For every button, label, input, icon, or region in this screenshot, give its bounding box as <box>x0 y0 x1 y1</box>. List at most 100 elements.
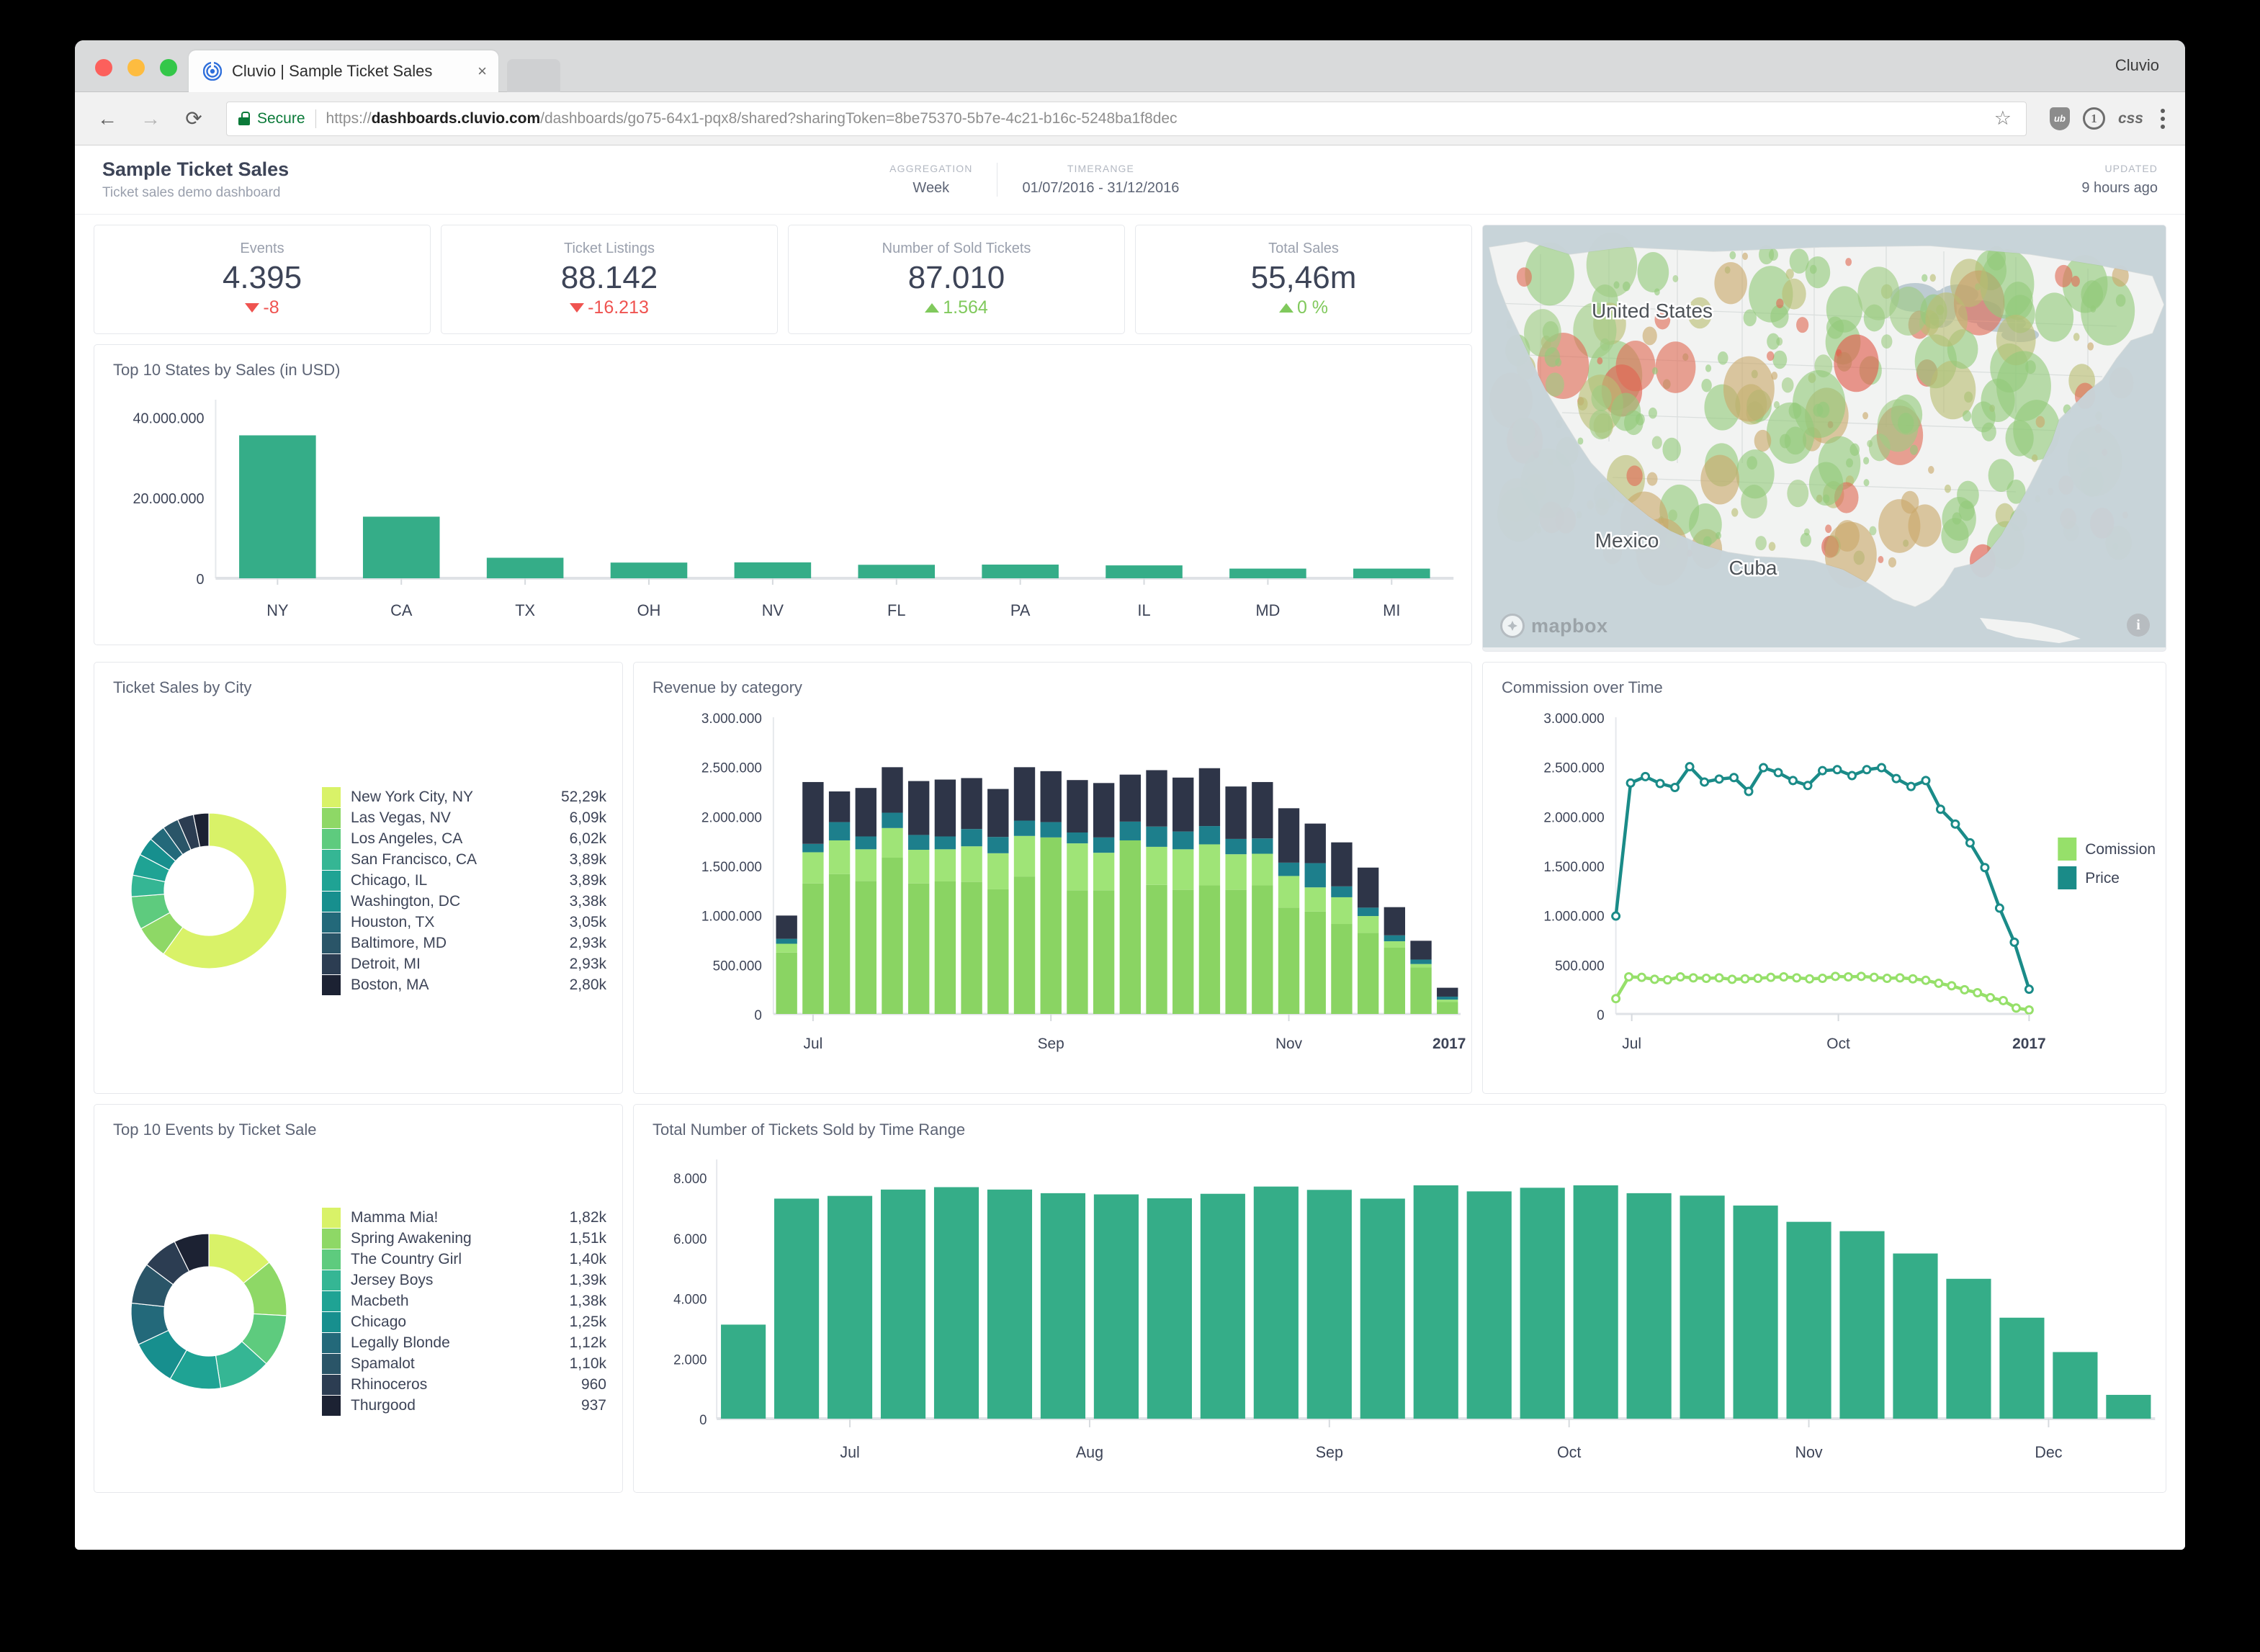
close-tab-button[interactable]: × <box>477 63 487 79</box>
legend-item[interactable]: Macbeth 1,38k <box>322 1290 606 1311</box>
browser-window: Cluvio | Sample Ticket Sales × Cluvio ← … <box>75 40 2185 1550</box>
svg-text:NY: NY <box>266 601 289 619</box>
secure-label: Secure <box>257 109 305 127</box>
svg-text:Jul: Jul <box>1622 1036 1641 1052</box>
legend-item[interactable]: Rhinoceros 960 <box>322 1374 606 1395</box>
events-donut-chart[interactable] <box>126 1229 292 1394</box>
legend-label: Detroit, MI <box>351 955 421 972</box>
legend-swatch <box>322 1311 341 1332</box>
legend-item[interactable]: Thurgood 937 <box>322 1395 606 1416</box>
legend-item[interactable]: Jersey Boys 1,39k <box>322 1270 606 1290</box>
svg-text:CA: CA <box>390 601 413 619</box>
revenue-by-category-card: Revenue by category 0 500.000 1.000.000 1.5… <box>633 662 1475 1094</box>
kpi-card[interactable]: Ticket Listings 88.142 -16.213 <box>441 225 778 334</box>
legend-item[interactable]: Mamma Mia! 1,82k <box>322 1207 606 1228</box>
svg-text:1.000.000: 1.000.000 <box>1543 910 1604 925</box>
kpi-value: 87.010 <box>907 259 1005 295</box>
legend-item[interactable]: Detroit, MI 2,93k <box>322 953 606 974</box>
top-states-chart[interactable]: 0 20.000.000 40.000.000 NY CA TX OH NV FL PA IL MD M… <box>94 380 1471 632</box>
svg-text:2.500.000: 2.500.000 <box>1543 761 1604 776</box>
browser-tab-title: Cluvio | Sample Ticket Sales <box>232 62 433 80</box>
legend-label: New York City, NY <box>351 788 473 805</box>
window-controls <box>95 59 177 76</box>
legend-item[interactable]: Houston, TX 3,05k <box>322 912 606 933</box>
svg-text:1.500.000: 1.500.000 <box>1543 860 1604 875</box>
legend-item[interactable]: Las Vegas, NV 6,09k <box>322 807 606 828</box>
forward-button[interactable]: → <box>134 102 167 135</box>
legend-label: Mamma Mia! <box>351 1208 439 1226</box>
legend-item[interactable]: Chicago, IL 3,89k <box>322 870 606 891</box>
aggregation-meta[interactable]: AGGREGATION Week <box>865 163 997 197</box>
svg-text:Dec: Dec <box>2035 1443 2062 1461</box>
legend-value: 3,38k <box>569 892 606 910</box>
legend-item[interactable]: Spring Awakening 1,51k <box>322 1228 606 1249</box>
legend-item[interactable]: Chicago 1,25k <box>322 1311 606 1332</box>
svg-text:1.500.000: 1.500.000 <box>701 860 762 875</box>
timerange-meta[interactable]: TIMERANGE 01/07/2016 - 31/12/2016 <box>997 163 1203 197</box>
back-button[interactable]: ← <box>91 102 124 135</box>
kpi-card[interactable]: Number of Sold Tickets 87.010 1.564 <box>788 225 1125 334</box>
legend-swatch <box>322 786 341 807</box>
svg-text:TX: TX <box>515 601 535 619</box>
maximize-window-button[interactable] <box>160 59 177 76</box>
card-title: Top 10 States by Sales (in USD) <box>113 361 341 379</box>
dashboard-title-block: Sample Ticket Sales Ticket sales demo da… <box>102 158 289 200</box>
sales-map-card[interactable]: United States Mexico Cuba mapbox i <box>1482 225 2166 652</box>
legend-swatch <box>322 1228 341 1249</box>
kpi-delta-value: -16.213 <box>588 297 649 318</box>
browser-tab[interactable]: Cluvio | Sample Ticket Sales × <box>189 50 498 92</box>
css-extension-icon[interactable]: css <box>2118 110 2143 127</box>
card-title: Ticket Sales by City <box>113 678 252 696</box>
url-text: https://dashboards.cluvio.com/dashboards… <box>326 110 1178 127</box>
updated-value: 9 hours ago <box>2081 180 2158 196</box>
legend-value: 52,29k <box>560 788 606 805</box>
onepassword-icon[interactable]: 1 <box>2082 107 2105 130</box>
bookmark-star-icon[interactable]: ☆ <box>1994 107 2012 130</box>
address-bar[interactable]: Secure https://dashboards.cluvio.com/das… <box>226 101 2027 136</box>
legend-value: 2,93k <box>569 934 606 951</box>
legend-swatch <box>322 933 341 953</box>
kpi-card[interactable]: Total Sales 55,46m 0 % <box>1135 225 1472 334</box>
commission-line-chart[interactable]: 0 500.000 1.000.000 1.500.000 2.000.000 2.500… <box>1483 697 2166 1072</box>
legend-label: Los Angeles, CA <box>351 830 463 847</box>
tickets-sold-chart[interactable]: 0 2.000 4.000 6.000 8.000 Jul Aug Sep Oct Nov Dec <box>634 1139 2166 1471</box>
revenue-stacked-chart[interactable]: 0 500.000 1.000.000 1.500.000 2.000.000 2.500… <box>634 697 1475 1072</box>
legend-value: 3,89k <box>569 850 606 868</box>
legend-item[interactable]: Legally Blonde 1,12k <box>322 1332 606 1353</box>
legend-item[interactable]: San Francisco, CA 3,89k <box>322 849 606 870</box>
mapbox-attribution[interactable]: mapbox <box>1500 614 1608 638</box>
aggregation-label: AGGREGATION <box>889 163 973 174</box>
city-donut-chart[interactable] <box>126 808 292 974</box>
legend-item[interactable]: Boston, MA 2,80k <box>322 974 606 995</box>
kpi-value: 4.395 <box>222 259 302 295</box>
legend-swatch <box>322 807 341 828</box>
kpi-delta-value: -8 <box>263 297 279 318</box>
legend-item[interactable]: New York City, NY 52,29k <box>322 786 606 807</box>
kpi-delta-value: 0 % <box>1296 297 1329 318</box>
legend-item[interactable]: Spamalot 1,10k <box>322 1353 606 1374</box>
kpi-value: 88.142 <box>560 259 658 295</box>
minimize-window-button[interactable] <box>127 59 145 76</box>
close-window-button[interactable] <box>95 59 112 76</box>
legend-value: 1,82k <box>569 1208 606 1226</box>
timerange-label: TIMERANGE <box>1067 163 1134 174</box>
legend-value: 1,40k <box>569 1250 606 1267</box>
commission-over-time-card: Commission over Time 0 500.000 1.000.000 1.… <box>1482 662 2166 1094</box>
kpi-delta: -16.213 <box>570 297 649 318</box>
legend-label: Washington, DC <box>351 892 461 910</box>
chrome-menu-icon[interactable] <box>2156 108 2169 129</box>
card-title: Commission over Time <box>1502 678 1663 696</box>
map-info-icon[interactable]: i <box>2127 614 2150 637</box>
updated-label: UPDATED <box>2104 163 2158 174</box>
url-host: dashboards.cluvio.com <box>371 109 541 127</box>
svg-text:0: 0 <box>1597 1008 1605 1023</box>
legend-item[interactable]: Baltimore, MD 2,93k <box>322 933 606 953</box>
legend-item[interactable]: Washington, DC 3,38k <box>322 891 606 912</box>
kpi-card[interactable]: Events 4.395 -8 <box>94 225 431 334</box>
ublock-shield-icon[interactable]: ub <box>2049 107 2070 130</box>
legend-item[interactable]: Los Angeles, CA 6,02k <box>322 828 606 849</box>
reload-button[interactable]: ⟳ <box>177 102 210 135</box>
map-canvas[interactable]: United States Mexico Cuba <box>1483 225 2166 647</box>
new-tab-button[interactable] <box>507 59 560 92</box>
legend-item[interactable]: The Country Girl 1,40k <box>322 1249 606 1270</box>
